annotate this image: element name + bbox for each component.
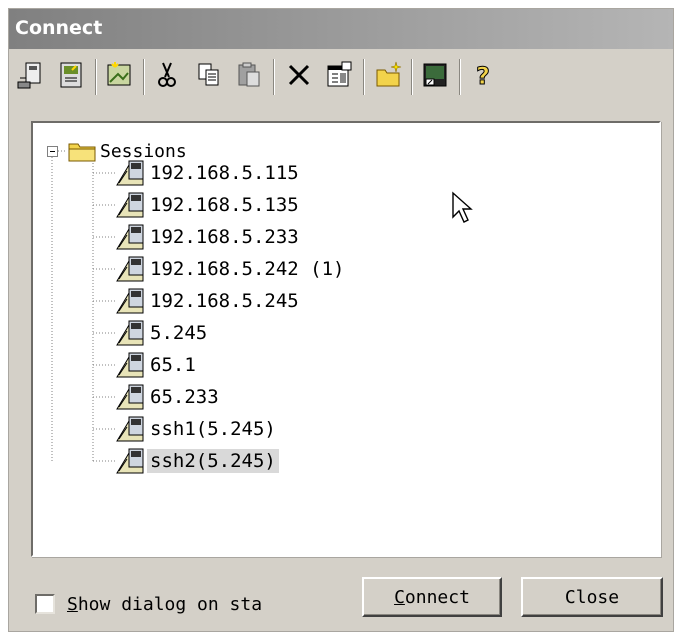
session-item[interactable]: ssh2(5.245)	[115, 447, 279, 475]
toolbar-separator	[143, 59, 145, 95]
session-icon	[115, 255, 147, 283]
delete-icon	[284, 60, 314, 94]
session-icon	[115, 319, 147, 347]
session-label: 192.168.5.245	[150, 290, 299, 312]
window-title: Connect	[15, 17, 103, 39]
new-folder-button[interactable]	[373, 61, 405, 93]
paste-button[interactable]	[233, 61, 265, 93]
close-button[interactable]: Close	[521, 577, 663, 617]
session-item[interactable]: 65.1	[115, 351, 199, 379]
session-icon	[115, 191, 147, 219]
show-dialog-on-startup-label[interactable]: Show dialog on sta	[67, 594, 262, 615]
session-item[interactable]: 192.168.5.233	[115, 223, 302, 251]
quick-connect-button[interactable]	[15, 61, 47, 93]
show-dialog-on-startup-checkbox[interactable]	[35, 594, 55, 614]
cut-icon	[152, 60, 182, 94]
folder-icon	[67, 139, 97, 163]
session-label: 192.168.5.115	[150, 162, 299, 184]
session-item[interactable]: 65.233	[115, 383, 222, 411]
session-item[interactable]: 5.245	[115, 319, 210, 347]
session-icon	[115, 351, 147, 379]
copy-button[interactable]	[193, 61, 225, 93]
delete-button[interactable]	[283, 61, 315, 93]
session-icon	[115, 383, 147, 411]
session-item[interactable]: 192.168.5.115	[115, 159, 302, 187]
session-item[interactable]: 192.168.5.245	[115, 287, 302, 315]
help-icon: ?	[468, 60, 498, 94]
help-button[interactable]: ?	[467, 61, 499, 93]
quick-connect-icon	[16, 60, 46, 94]
toolbar-separator	[273, 59, 275, 95]
connect-button-label: Connect	[394, 586, 470, 608]
desktop-shortcut-button[interactable]	[419, 61, 451, 93]
mouse-pointer-icon	[451, 191, 475, 231]
session-label: ssh2(5.245)	[147, 449, 279, 473]
connect-in-tab-button[interactable]	[55, 61, 87, 93]
paste-icon	[234, 60, 264, 94]
toolbar: ?	[9, 49, 673, 109]
session-label: 192.168.5.233	[150, 226, 299, 248]
session-item[interactable]: 192.168.5.242 (1)	[115, 255, 347, 283]
new-folder-icon	[374, 60, 404, 94]
toolbar-separator	[411, 59, 413, 95]
session-icon	[115, 415, 147, 443]
copy-icon	[194, 60, 224, 94]
new-session-button[interactable]	[103, 61, 135, 93]
title-bar[interactable]: Connect	[9, 9, 673, 49]
session-icon	[115, 159, 147, 187]
session-label: 65.1	[150, 354, 196, 376]
svg-text:?: ?	[476, 62, 490, 90]
session-label: 65.233	[150, 386, 219, 408]
session-label: 192.168.5.135	[150, 194, 299, 216]
session-icon	[115, 447, 147, 475]
session-label: 192.168.5.242 (1)	[150, 258, 345, 280]
toolbar-separator	[363, 59, 365, 95]
connect-dialog: Connect ? Sessions 192.168.5.115 192.168…	[8, 8, 674, 632]
session-icon	[115, 223, 147, 251]
connect-button[interactable]: Connect	[362, 577, 502, 617]
new-session-icon	[104, 60, 134, 94]
connect-in-tab-icon	[56, 60, 86, 94]
session-label: 5.245	[150, 322, 208, 344]
cut-button[interactable]	[151, 61, 183, 93]
properties-icon	[324, 60, 354, 94]
sessions-tree[interactable]: Sessions 192.168.5.115 192.168.5.135 192.1…	[31, 121, 661, 557]
session-item[interactable]: 192.168.5.135	[115, 191, 302, 219]
desktop-shortcut-icon	[420, 60, 450, 94]
session-icon	[115, 287, 147, 315]
toolbar-separator	[459, 59, 461, 95]
session-label: ssh1(5.245)	[150, 418, 276, 440]
properties-button[interactable]	[323, 61, 355, 93]
collapse-toggle[interactable]	[47, 146, 58, 157]
close-button-label: Close	[564, 586, 620, 608]
session-item[interactable]: ssh1(5.245)	[115, 415, 279, 443]
toolbar-separator	[95, 59, 97, 95]
